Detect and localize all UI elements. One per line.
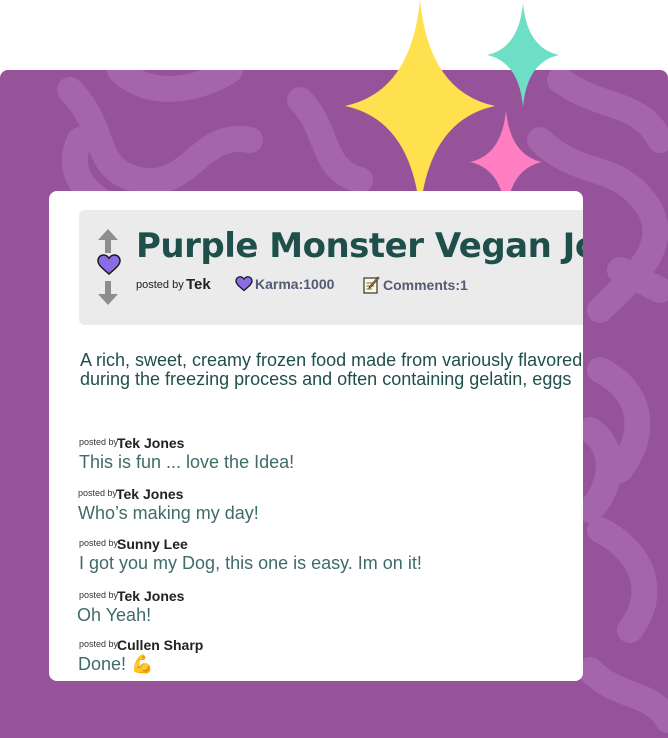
- comment-posted-by-label: posted by: [79, 590, 119, 600]
- comment-author[interactable]: Tek Jones: [116, 486, 183, 502]
- comment-item: posted by Tek Jones This is fun ... love…: [79, 433, 294, 473]
- post-description: A rich, sweet, creamy frozen food made f…: [80, 351, 583, 389]
- post-author[interactable]: Tek: [186, 276, 211, 293]
- teal-sparkle-icon: [487, 3, 559, 107]
- vote-controls: [97, 228, 123, 306]
- posted-by-label: posted by: [136, 279, 184, 291]
- comment-text: This is fun ... love the Idea!: [79, 452, 295, 472]
- comment-author[interactable]: Sunny Lee: [117, 536, 188, 552]
- post-card: Purple Monster Vegan Joy posted by Tek K…: [49, 191, 583, 681]
- post-header: Purple Monster Vegan Joy posted by Tek K…: [79, 210, 583, 325]
- comment-text: Oh Yeah!: [77, 605, 152, 625]
- description-line: during the freezing process and often co…: [80, 369, 572, 389]
- karma-text: Karma:1000: [255, 276, 335, 292]
- comments-count[interactable]: Comments:1: [363, 276, 468, 294]
- comment-posted-by-label: posted by: [79, 639, 119, 649]
- arrow-down-icon[interactable]: [97, 280, 119, 306]
- karma-count: Karma:1000: [235, 276, 334, 292]
- comment-text: Done! 💪: [78, 654, 154, 674]
- comment-item: posted by Tek Jones Who’s making my day!: [78, 484, 259, 524]
- comment-posted-by-label: posted by: [79, 538, 119, 548]
- comment-author[interactable]: Tek Jones: [117, 588, 184, 604]
- comment-item: posted by Sunny Lee I got you my Dog, th…: [79, 534, 422, 574]
- arrow-up-icon[interactable]: [97, 228, 119, 254]
- comment-text: I got you my Dog, this one is easy. Im o…: [79, 553, 422, 573]
- comments-text: Comments:1: [383, 277, 468, 293]
- comment-author[interactable]: Cullen Sharp: [117, 637, 203, 653]
- comment-item: posted by Cullen Sharp Done! 💪: [78, 635, 203, 675]
- comment-posted-by-label: posted by: [78, 488, 118, 498]
- post-title: Purple Monster Vegan Joy: [136, 226, 583, 266]
- description-line: A rich, sweet, creamy frozen food made f…: [80, 350, 583, 370]
- comment-posted-by-label: posted by: [79, 437, 119, 447]
- comment-author[interactable]: Tek Jones: [117, 435, 184, 451]
- memo-icon: [363, 276, 380, 294]
- comment-item: posted by Tek Jones Oh Yeah!: [77, 586, 184, 626]
- heart-icon[interactable]: [97, 254, 121, 276]
- heart-icon: [235, 276, 253, 292]
- comment-text: Who’s making my day!: [78, 503, 259, 523]
